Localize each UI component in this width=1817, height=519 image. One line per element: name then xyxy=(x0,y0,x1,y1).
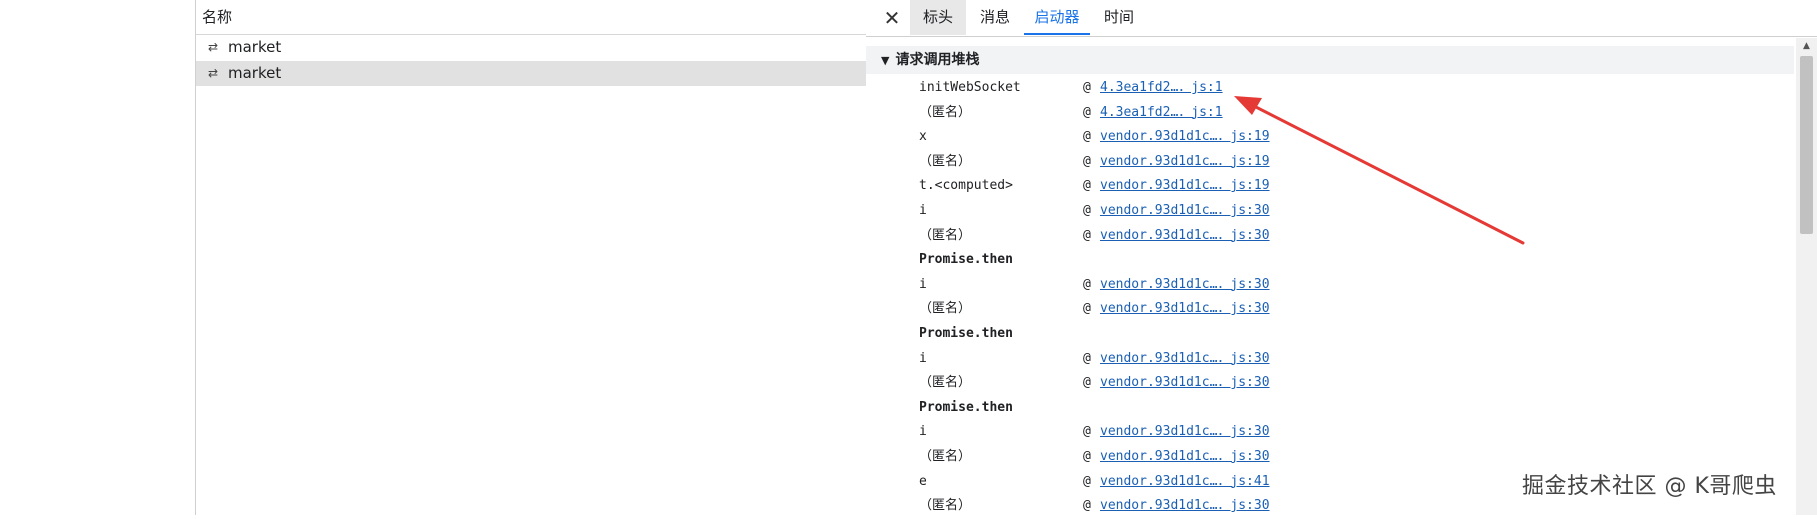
frame-at-sign: @ xyxy=(1083,153,1091,169)
call-stack-list: initWebSocket @4.3ea1fd2…．js:1 （匿名） @4.3ea1… xyxy=(866,76,1794,519)
frame-at-sign: @ xyxy=(1083,202,1091,218)
frame-at-sign: @ xyxy=(1083,350,1091,366)
async-boundary: Promise.then xyxy=(866,396,1794,421)
scroll-up-icon[interactable]: ▲ xyxy=(1796,38,1817,54)
detail-tab-bar: ✕ 标头 消息 启动器 时间 xyxy=(866,0,1817,37)
stack-frame: （匿名） @ vendor.93d1d1c…．js:30 xyxy=(866,371,1794,396)
async-label: Promise.then xyxy=(919,399,1013,415)
frame-at-sign: @ xyxy=(1083,129,1091,145)
websocket-arrows-icon: ⇄ xyxy=(207,40,219,54)
stack-frame: i @ vendor.93d1d1c…．js:30 xyxy=(866,420,1794,445)
frame-function: x xyxy=(919,129,927,145)
frame-function: i xyxy=(919,202,927,218)
request-list-panel: 名称 ⇄ market ⇄ market xyxy=(195,0,867,515)
request-name: market xyxy=(228,38,282,56)
frame-function: （匿名） xyxy=(919,301,972,317)
frame-at-sign: @ xyxy=(1083,104,1091,120)
tab-messages[interactable]: 消息 xyxy=(970,0,1020,35)
async-boundary: Promise.then xyxy=(866,322,1794,347)
left-gutter xyxy=(0,0,195,515)
frame-source-link[interactable]: vendor.93d1d1c…．js:30 xyxy=(1100,224,1270,249)
frame-source-link[interactable]: vendor.93d1d1c…．js:19 xyxy=(1100,125,1270,150)
stack-frame: initWebSocket @4.3ea1fd2…．js:1 xyxy=(866,76,1794,101)
stack-frame: t.<computed> @ vendor.93d1d1c…．js:19 xyxy=(866,174,1794,199)
frame-at-sign: @ xyxy=(1083,424,1091,440)
stack-frame: i @ vendor.93d1d1c…．js:30 xyxy=(866,199,1794,224)
frame-at-sign: @ xyxy=(1083,301,1091,317)
stack-frame: i @ vendor.93d1d1c…．js:30 xyxy=(866,273,1794,298)
watermark: 掘金技术社区 @ K哥爬虫 xyxy=(1522,474,1777,499)
section-title: 请求调用堆栈 xyxy=(895,52,980,68)
request-row[interactable]: ⇄ market xyxy=(196,35,866,60)
frame-at-sign: @ xyxy=(1083,448,1091,464)
close-icon[interactable]: ✕ xyxy=(880,6,904,30)
frame-source-link[interactable]: vendor.93d1d1c…．js:30 xyxy=(1100,297,1270,322)
request-row-selected[interactable]: ⇄ market xyxy=(196,61,866,86)
frame-at-sign: @ xyxy=(1083,227,1091,243)
frame-function: （匿名） xyxy=(919,375,972,391)
frame-at-sign: @ xyxy=(1083,80,1091,95)
stack-frame: （匿名） @ vendor.93d1d1c…．js:30 xyxy=(866,297,1794,322)
stack-frame: （匿名） @ vendor.93d1d1c…．js:30 xyxy=(866,445,1794,470)
request-detail-panel: ✕ 标头 消息 启动器 时间 ▼ 请求调用堆栈 initWebSocket @4.3… xyxy=(866,0,1817,515)
stack-frame: （匿名） @4.3ea1fd2…．js:1 xyxy=(866,101,1794,126)
request-name: market xyxy=(228,64,282,82)
frame-function: i xyxy=(919,424,927,440)
websocket-arrows-icon: ⇄ xyxy=(207,66,219,80)
frame-at-sign: @ xyxy=(1083,473,1091,489)
scrollbar-thumb[interactable] xyxy=(1800,56,1813,234)
frame-function: （匿名） xyxy=(919,448,972,464)
triangle-down-icon: ▼ xyxy=(881,54,890,67)
frame-source-link[interactable]: vendor.93d1d1c…．js:19 xyxy=(1100,150,1270,175)
stack-frame: i @ vendor.93d1d1c…．js:30 xyxy=(866,347,1794,372)
frame-source-link[interactable]: vendor.93d1d1c…．js:30 xyxy=(1100,420,1270,445)
stack-frame: （匿名） @ vendor.93d1d1c…．js:19 xyxy=(866,150,1794,175)
frame-function: （匿名） xyxy=(919,104,972,120)
frame-source-link[interactable]: vendor.93d1d1c…．js:30 xyxy=(1100,347,1270,372)
tab-timing[interactable]: 时间 xyxy=(1094,0,1144,35)
request-call-stack-header[interactable]: ▼ 请求调用堆栈 xyxy=(866,46,1794,74)
frame-function: （匿名） xyxy=(919,227,972,243)
async-label: Promise.then xyxy=(919,325,1013,341)
vertical-scrollbar[interactable]: ▲ xyxy=(1796,38,1817,515)
stack-frame: （匿名） @ vendor.93d1d1c…．js:30 xyxy=(866,224,1794,249)
frame-source-link[interactable]: vendor.93d1d1c…．js:19 xyxy=(1100,174,1270,199)
frame-function: i xyxy=(919,350,927,366)
frame-source-link[interactable]: 4.3ea1fd2…．js:1 xyxy=(1100,101,1223,126)
name-column-label: 名称 xyxy=(202,8,233,26)
frame-source-link[interactable]: 4.3ea1fd2…．js:1 xyxy=(1100,76,1223,101)
frame-source-link[interactable]: vendor.93d1d1c…．js:30 xyxy=(1100,445,1270,470)
frame-source-link[interactable]: vendor.93d1d1c…．js:30 xyxy=(1100,199,1270,224)
frame-at-sign: @ xyxy=(1083,276,1091,292)
tab-headers[interactable]: 标头 xyxy=(910,0,966,35)
frame-source-link[interactable]: vendor.93d1d1c…．js:41 xyxy=(1100,470,1270,495)
frame-at-sign: @ xyxy=(1083,375,1091,391)
async-boundary: Promise.then xyxy=(866,248,1794,273)
frame-function: initWebSocket xyxy=(919,80,1021,95)
frame-source-link[interactable]: vendor.93d1d1c…．js:30 xyxy=(1100,371,1270,396)
frame-function: i xyxy=(919,276,927,292)
stack-frame: x @ vendor.93d1d1c…．js:19 xyxy=(866,125,1794,150)
tab-initiator[interactable]: 启动器 xyxy=(1024,0,1090,35)
frame-at-sign: @ xyxy=(1083,178,1091,194)
async-label: Promise.then xyxy=(919,252,1013,268)
frame-function: （匿名） xyxy=(919,153,972,169)
name-column-header[interactable]: 名称 xyxy=(196,0,866,35)
frame-function: t.<computed> xyxy=(919,178,1013,194)
frame-source-link[interactable]: vendor.93d1d1c…．js:30 xyxy=(1100,273,1270,298)
frame-function: e xyxy=(919,473,927,489)
